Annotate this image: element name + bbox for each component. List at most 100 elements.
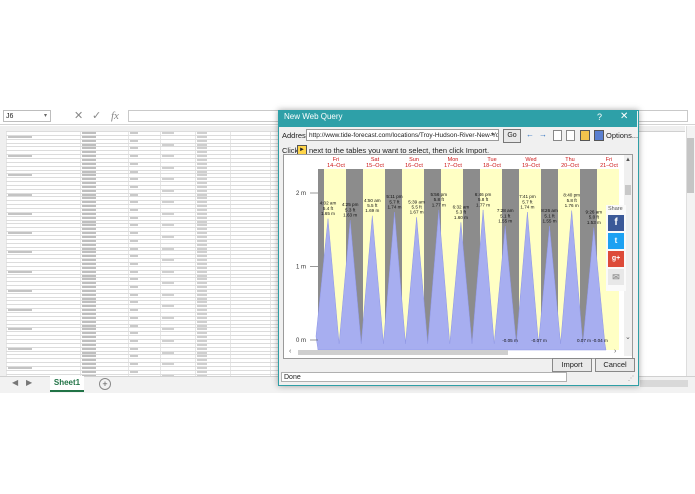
- cell-content: [197, 255, 207, 258]
- name-box-dropdown-icon[interactable]: ▾: [44, 112, 47, 119]
- cell-content: [162, 305, 174, 308]
- cell-content: [130, 232, 138, 235]
- grid-row-line: [6, 323, 278, 325]
- grid-row-line: [6, 219, 278, 221]
- back-icon[interactable]: ←: [526, 130, 534, 139]
- scroll-right-icon[interactable]: ›: [614, 348, 616, 355]
- high-tide-label: 1.55 m: [498, 218, 512, 223]
- cell-content: [82, 216, 96, 219]
- page-scroll-thumb[interactable]: [625, 185, 631, 195]
- resize-grip-icon[interactable]: ⋰: [628, 375, 634, 382]
- cell-content: [82, 313, 96, 315]
- cell-content: [197, 259, 207, 262]
- cell-content: [197, 166, 207, 169]
- forward-icon[interactable]: →: [539, 130, 547, 139]
- cell-content: [8, 366, 32, 369]
- hide-icons-icon[interactable]: [580, 130, 590, 141]
- cell-content: [197, 247, 207, 250]
- cell-content: [82, 201, 96, 204]
- cell-content: [162, 351, 174, 354]
- sheet-scroll-thumb[interactable]: [687, 138, 694, 193]
- cell-content: [197, 189, 207, 192]
- grid-row-line: [6, 258, 278, 260]
- cell-content: [162, 293, 174, 296]
- cancel-icon[interactable]: ✕: [74, 109, 83, 123]
- cell-content: [197, 205, 207, 208]
- tide-chart: Fri14–OctSat15–OctSun16–OctMon17–OctTue1…: [296, 157, 619, 351]
- cell-content: [82, 185, 96, 188]
- address-input[interactable]: http://www.tide-forecast.com/locations/T…: [306, 129, 499, 141]
- save-query-icon[interactable]: [594, 130, 604, 141]
- web-page-view[interactable]: Fri 14–Oct Sat 15–Oct Sun 16–Oct Mon 17–Oct Tue 1…: [283, 154, 633, 359]
- facebook-icon[interactable]: f: [608, 215, 624, 231]
- cell-content: [162, 212, 174, 215]
- day-date: 20–Oct: [561, 163, 579, 169]
- day-date: 18–Oct: [483, 163, 501, 169]
- email-icon[interactable]: ✉: [608, 269, 624, 285]
- cell-content: [197, 132, 207, 134]
- add-sheet-button[interactable]: +: [99, 378, 111, 390]
- twitter-icon[interactable]: t: [608, 233, 624, 249]
- cancel-button[interactable]: Cancel: [595, 358, 635, 372]
- high-tide-label: 1.74 m: [387, 205, 401, 210]
- refresh-icon[interactable]: [566, 130, 575, 141]
- cell-content: [82, 143, 96, 146]
- day-date: 14–Oct: [327, 163, 345, 169]
- next-sheet-icon[interactable]: ▶: [26, 378, 32, 387]
- prev-sheet-icon[interactable]: ◀: [12, 378, 18, 387]
- cell-content: [130, 170, 138, 173]
- cell-content: [162, 189, 174, 192]
- share-label: Share: [608, 206, 623, 212]
- scroll-left-icon[interactable]: ‹: [289, 348, 291, 355]
- cell-content: [130, 201, 138, 204]
- help-button[interactable]: ?: [597, 112, 602, 122]
- cell-content: [130, 193, 138, 196]
- cell-content: [82, 259, 96, 262]
- cell-content: [82, 355, 96, 358]
- high-tide-label: 1.60 m: [454, 215, 468, 220]
- cell-content: [162, 166, 174, 169]
- cell-content: [82, 174, 96, 177]
- cell-content: [162, 316, 174, 319]
- check-icon[interactable]: ✓: [92, 109, 101, 123]
- low-tide-label: -0.04 m: [592, 338, 608, 343]
- go-button[interactable]: Go: [503, 129, 521, 143]
- cell-content: [130, 332, 138, 335]
- grid-row-line: [6, 304, 278, 306]
- grid-row-line: [6, 362, 278, 363]
- function-icon[interactable]: fx: [111, 109, 119, 123]
- grid-row-line: [6, 177, 278, 179]
- cell-content: [197, 143, 207, 146]
- cell-content: [82, 286, 96, 288]
- cell-content: [197, 178, 207, 181]
- cell-content: [197, 359, 207, 362]
- cell-content: [8, 232, 32, 235]
- cell-content: [130, 178, 138, 181]
- sheet-tab[interactable]: Sheet1: [50, 376, 84, 392]
- sheet-horizontal-scrollbar[interactable]: [640, 380, 688, 387]
- cell-content: [162, 247, 174, 250]
- cell-content: [197, 243, 207, 246]
- close-button[interactable]: ✕: [620, 111, 628, 122]
- cell-content: [82, 224, 96, 227]
- cell-content: [82, 297, 96, 300]
- cell-content: [197, 135, 207, 138]
- cell-content: [82, 359, 96, 362]
- scroll-up-icon[interactable]: ▲: [625, 157, 631, 163]
- cell-content: [197, 366, 207, 369]
- options-button[interactable]: Options...: [606, 131, 638, 140]
- cell-content: [82, 178, 96, 181]
- page-horizontal-scroll-thumb[interactable]: [298, 350, 508, 355]
- cell-content: [197, 347, 207, 350]
- address-dropdown-icon[interactable]: ▾: [491, 131, 494, 138]
- cell-content: [8, 193, 32, 196]
- grid-row-line: [6, 365, 278, 367]
- cell-content: [197, 332, 207, 335]
- import-button[interactable]: Import: [552, 358, 592, 372]
- scroll-down-icon[interactable]: ⌄: [625, 333, 631, 341]
- y-tick-label: 1 m: [296, 265, 306, 271]
- low-tide-label: -0.05 m: [502, 338, 518, 343]
- stop-icon[interactable]: [553, 130, 562, 141]
- google-plus-icon[interactable]: g+: [608, 251, 624, 267]
- grid-row-line: [6, 204, 278, 206]
